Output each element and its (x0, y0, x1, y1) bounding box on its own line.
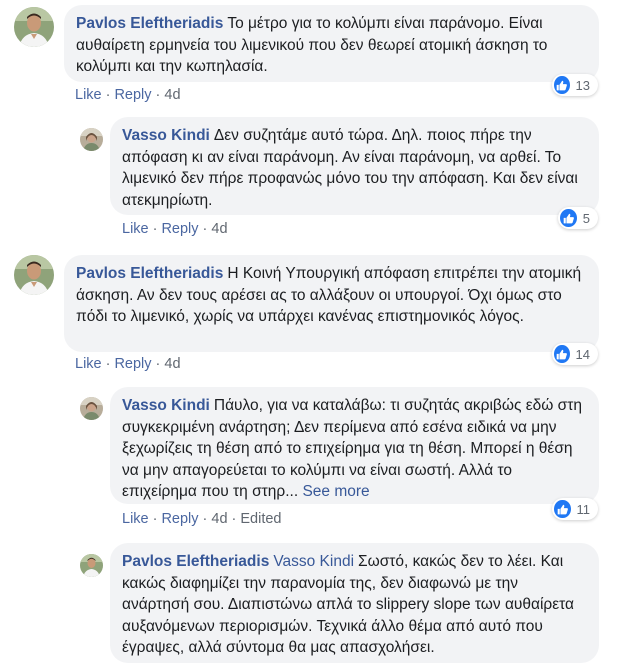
comment-age[interactable]: 4d (164, 87, 180, 103)
pavlos-avatar-icon (14, 255, 54, 295)
comment-bubble: Vasso Kindi Δεν συζητάμε αυτό τώρα. Δηλ. … (110, 117, 599, 215)
comment-actions: Like · Reply · 4d (122, 221, 228, 237)
separator: · (152, 221, 158, 237)
avatar[interactable] (80, 128, 103, 151)
thumbs-up-icon (554, 76, 570, 94)
reaction-number: 5 (582, 210, 590, 226)
separator: · (155, 356, 161, 372)
avatar[interactable] (14, 7, 54, 47)
comment-author[interactable]: Pavlos Eleftheriadis (122, 553, 269, 570)
mention-link[interactable]: Vasso Kindi (273, 553, 354, 570)
comment-author[interactable]: Pavlos Eleftheriadis (76, 15, 223, 32)
comment-actions: Like · Reply · 4d (75, 87, 181, 103)
comment-actions: Like · Reply · 4d · Edited (122, 511, 281, 527)
reaction-number: 11 (576, 501, 591, 517)
vasso-avatar-icon (80, 128, 103, 151)
reply-link[interactable]: Reply (114, 87, 151, 103)
separator: · (105, 356, 111, 372)
separator: · (152, 511, 158, 527)
reaction-count[interactable]: 11 (552, 498, 598, 520)
comment-age[interactable]: 4d (211, 221, 227, 237)
reaction-count[interactable]: 13 (552, 74, 598, 96)
comment-bubble: Pavlos Eleftheriadis Vasso Kindi Σωστό, κα… (110, 543, 599, 663)
comment-age[interactable]: 4d (164, 356, 180, 372)
separator: · (202, 511, 208, 527)
reaction-number: 13 (575, 77, 590, 93)
avatar[interactable] (80, 397, 103, 420)
pavlos-avatar-icon (80, 554, 103, 577)
like-link[interactable]: Like (75, 87, 102, 103)
like-link[interactable]: Like (122, 511, 149, 527)
separator: · (155, 87, 161, 103)
separator: · (105, 87, 111, 103)
comment-author[interactable]: Vasso Kindi (122, 127, 210, 144)
like-link[interactable]: Like (122, 221, 149, 237)
comment-actions: Like · Reply · 4d (75, 356, 181, 372)
separator: · (202, 221, 208, 237)
comment-bubble: Vasso Kindi Πάυλο, για να καταλάβω: τι συ… (110, 387, 599, 504)
see-more-link[interactable]: See more (302, 483, 369, 500)
comment-author[interactable]: Pavlos Eleftheriadis (76, 265, 223, 282)
comment-age[interactable]: 4d (211, 511, 227, 527)
separator: · (231, 511, 237, 527)
reaction-count[interactable]: 14 (552, 343, 598, 365)
avatar[interactable] (80, 554, 103, 577)
thumbs-up-icon (560, 209, 577, 227)
comment-bubble: Pavlos Eleftheriadis Το μέτρο για το κολύ… (64, 5, 599, 82)
reply-link[interactable]: Reply (161, 511, 198, 527)
pavlos-avatar-icon (14, 7, 54, 47)
avatar[interactable] (14, 255, 54, 295)
reaction-number: 14 (575, 346, 590, 362)
thumbs-up-icon (554, 500, 571, 518)
vasso-avatar-icon (80, 397, 103, 420)
like-link[interactable]: Like (75, 356, 102, 372)
thumbs-up-icon (554, 345, 570, 363)
comment-author[interactable]: Vasso Kindi (122, 397, 210, 414)
comment-bubble: Pavlos Eleftheriadis Η Κοινή Υπουργική απ… (64, 255, 599, 352)
reply-link[interactable]: Reply (161, 221, 198, 237)
reply-link[interactable]: Reply (114, 356, 151, 372)
edited-label[interactable]: Edited (240, 511, 281, 527)
reaction-count[interactable]: 5 (558, 207, 598, 229)
